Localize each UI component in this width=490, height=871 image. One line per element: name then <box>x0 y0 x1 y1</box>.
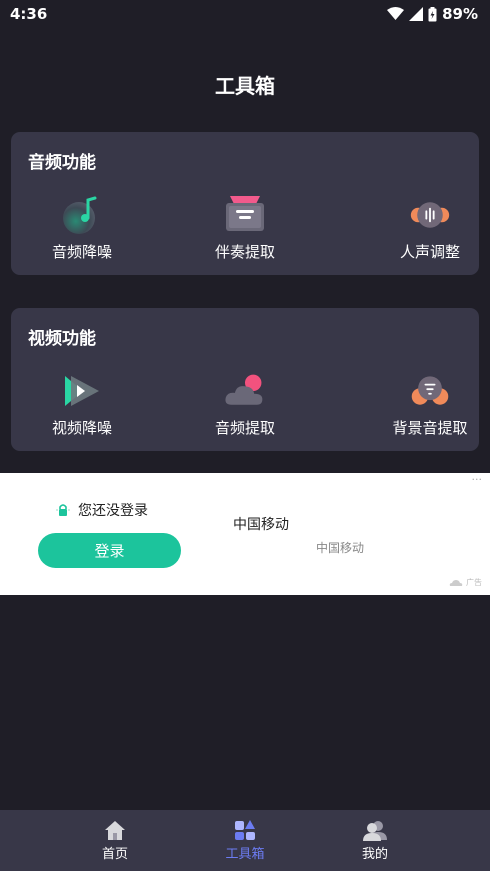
login-button[interactable]: 登录 <box>38 533 181 568</box>
login-prompt: 您还没登录 <box>54 500 148 520</box>
audio-extract-tool[interactable]: 音频提取 <box>190 370 300 438</box>
toolbox-icon <box>235 820 255 840</box>
audio-section-title: 音频功能 <box>28 153 96 173</box>
equalizer-orb-icon <box>411 376 449 405</box>
login-prompt-text: 您还没登录 <box>78 503 148 519</box>
voice-adjust-tool[interactable]: 人声调整 <box>375 194 485 262</box>
nav-home-label: 首页 <box>101 847 128 862</box>
battery-percent: 89% <box>442 5 478 23</box>
play-icon <box>65 376 99 406</box>
ad-banner[interactable]: ··· 您还没登录 登录 中国移动 中国移动 广告 <box>0 473 490 595</box>
video-denoise-tool[interactable]: 视频降噪 <box>27 370 137 438</box>
ad-carrier-name: 中国移动 <box>233 517 289 533</box>
background-audio-extract-label: 背景音提取 <box>392 419 468 437</box>
status-bar: 4:36 89% <box>0 0 490 28</box>
audio-denoise-tool[interactable]: 音频降噪 <box>27 194 137 262</box>
video-features-card: 视频功能 视频降噪 音频提取 背景音提取 <box>11 308 479 451</box>
inbox-tray-icon <box>226 196 264 231</box>
wifi-icon <box>387 7 405 20</box>
ad-more-icon[interactable]: ··· <box>472 473 483 486</box>
accompaniment-extract-tool[interactable]: 伴奏提取 <box>190 194 300 262</box>
cell-signal-icon <box>409 7 424 21</box>
audio-extract-label: 音频提取 <box>214 419 275 437</box>
nav-toolbox[interactable]: 工具箱 <box>205 820 285 862</box>
status-time: 4:36 <box>10 5 48 23</box>
background-audio-extract-tool[interactable]: 背景音提取 <box>375 370 485 438</box>
bottom-nav: 首页 工具箱 我的 <box>0 810 490 871</box>
lock-icon <box>56 504 70 516</box>
ad-tag: 广告 <box>449 577 482 588</box>
cloud-dot-icon <box>225 374 263 405</box>
status-icons: 89% <box>387 5 478 23</box>
nav-profile[interactable]: 我的 <box>335 820 415 862</box>
audio-denoise-label: 音频降噪 <box>51 243 112 261</box>
page-title: 工具箱 <box>215 74 275 98</box>
ad-tag-label: 广告 <box>466 578 482 587</box>
accompaniment-extract-label: 伴奏提取 <box>214 243 275 261</box>
video-section-title: 视频功能 <box>28 329 96 349</box>
video-denoise-label: 视频降噪 <box>51 419 112 437</box>
ad-carrier-subtitle: 中国移动 <box>316 541 365 555</box>
battery-icon <box>428 6 437 21</box>
profile-icon <box>363 821 387 841</box>
music-note-ball-icon <box>63 196 97 234</box>
home-icon <box>105 821 125 840</box>
voice-adjust-label: 人声调整 <box>399 243 460 261</box>
audio-features-card: 音频功能 音频降噪 伴奏提取 人声调整 <box>11 132 479 275</box>
nav-home[interactable]: 首页 <box>75 820 155 862</box>
voice-wave-icon <box>410 202 450 228</box>
nav-profile-label: 我的 <box>361 847 388 862</box>
nav-toolbox-label: 工具箱 <box>225 847 265 862</box>
ad-cloud-icon <box>449 580 463 586</box>
